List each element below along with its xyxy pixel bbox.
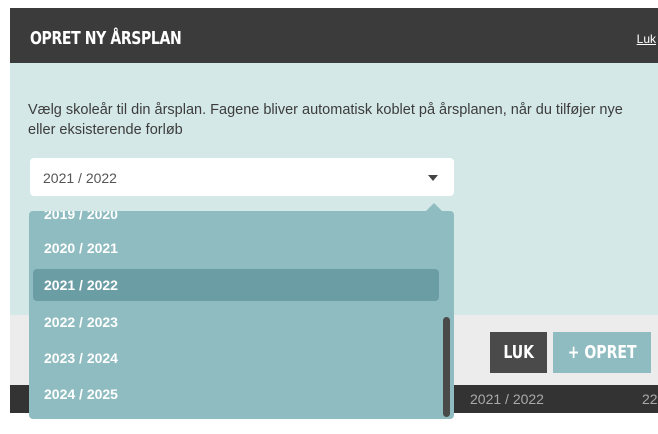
option-2020-2021[interactable]: 2020 / 2021 xyxy=(33,232,439,264)
option-2021-2022[interactable]: 2021 / 2022 xyxy=(33,269,439,301)
option-2022-2023[interactable]: 2022 / 2023 xyxy=(33,306,439,338)
luk-button-label: LUK xyxy=(503,342,534,363)
opret-button[interactable]: + OPRET xyxy=(553,332,651,373)
school-year-select[interactable]: 2021 / 2022 xyxy=(30,158,454,196)
select-value: 2021 / 2022 xyxy=(43,170,117,186)
dialog-title: OPRET NY ÅRSPLAN xyxy=(30,28,182,49)
dialog-header: OPRET NY ÅRSPLAN Luk xyxy=(10,8,658,63)
luk-button[interactable]: LUK xyxy=(490,332,547,373)
background-year: 2021 / 2022 xyxy=(470,391,544,407)
instructions-text: Vælg skoleår til din årsplan. Fagene bli… xyxy=(28,102,623,138)
caret-down-icon xyxy=(428,175,438,181)
option-2024-2025[interactable]: 2024 / 2025 xyxy=(33,378,439,410)
background-tail: 22 xyxy=(642,391,658,407)
option-2023-2024[interactable]: 2023 / 2024 xyxy=(33,342,439,374)
option-2019-2020[interactable]: 2019 / 2020 xyxy=(33,211,439,230)
dropdown-scrollbar[interactable] xyxy=(443,317,450,417)
close-link[interactable]: Luk xyxy=(637,32,656,46)
opret-button-label: + OPRET xyxy=(567,342,637,363)
school-year-dropdown[interactable]: 2019 / 2020 2020 / 2021 2021 / 2022 2022… xyxy=(29,211,454,419)
